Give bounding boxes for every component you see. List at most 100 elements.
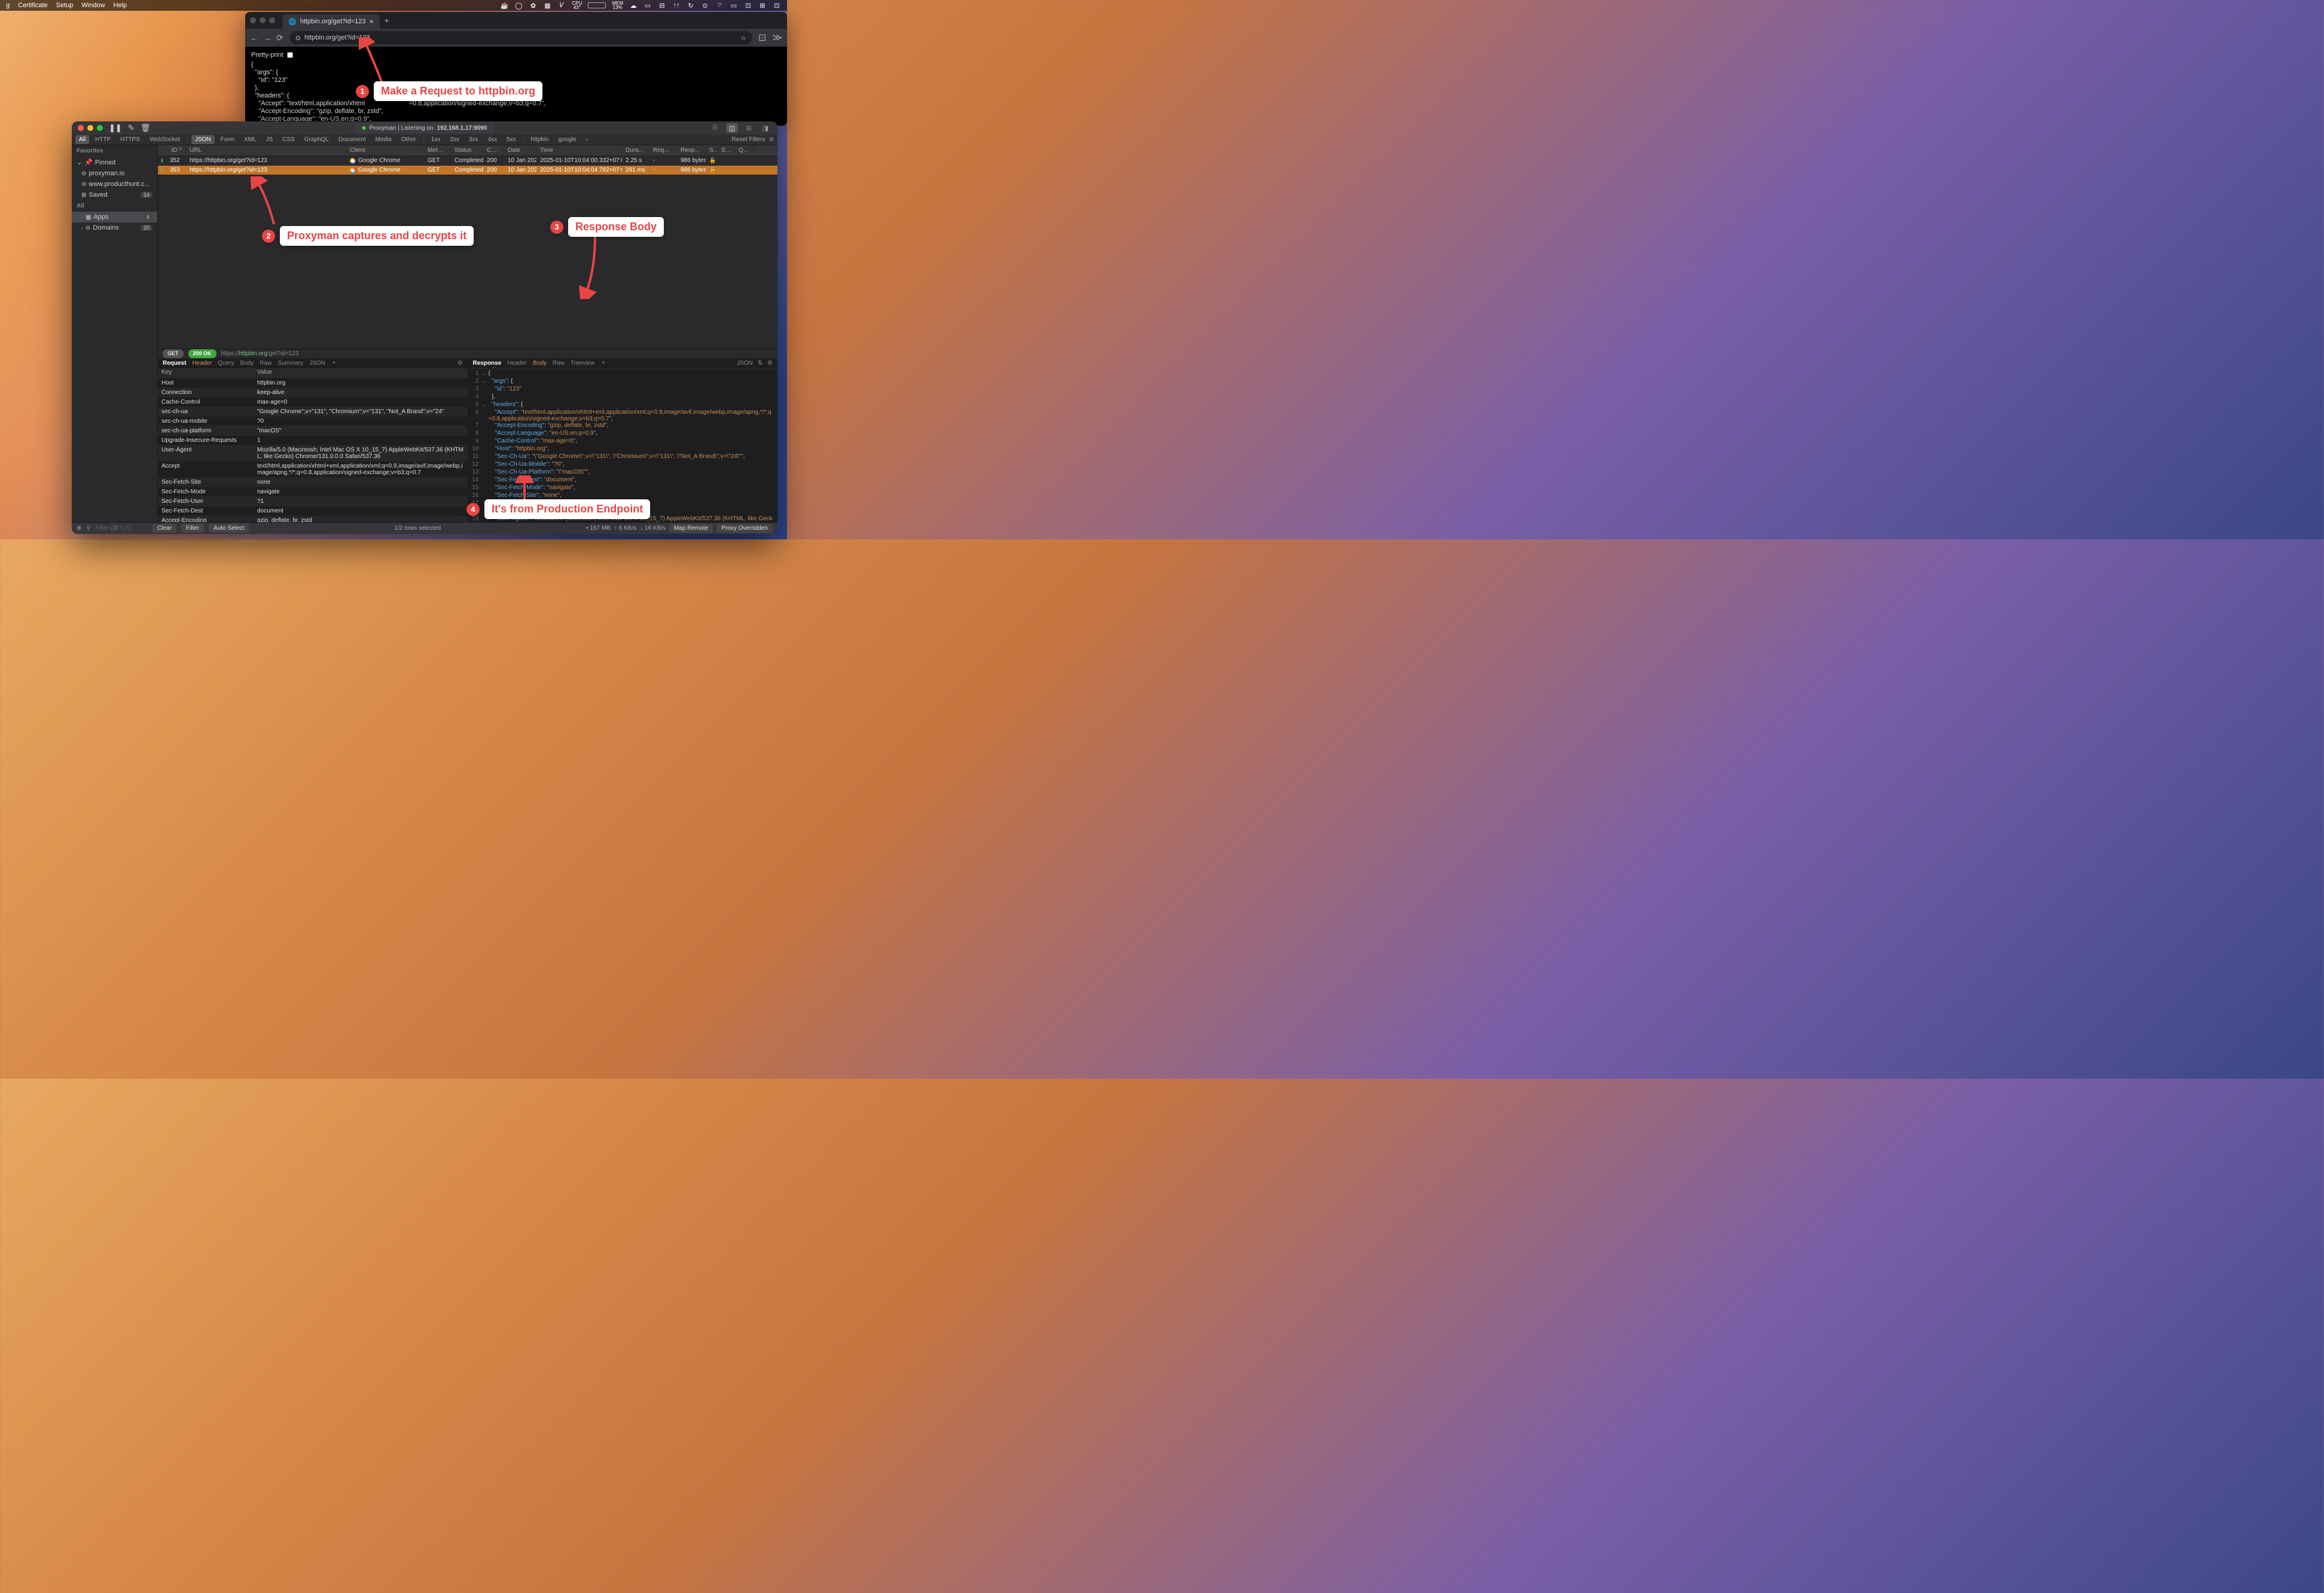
table-row[interactable]: 352 https://httpbin.org/get?id=123 Googl… bbox=[158, 156, 777, 166]
listening-pill[interactable]: Proxyman | Listening on 192.168.1.17:909… bbox=[355, 123, 494, 133]
refresh-icon[interactable]: ↻ bbox=[687, 1, 695, 10]
compose-icon[interactable]: ✎ bbox=[128, 123, 135, 133]
new-tab-button[interactable]: + bbox=[385, 16, 389, 25]
sidebar-saved[interactable]: ⊞Saved24 bbox=[72, 190, 157, 200]
filter-4xx[interactable]: 4xx bbox=[484, 135, 501, 144]
auto-select-button[interactable]: Auto Select bbox=[209, 524, 249, 533]
menu-window[interactable]: Window bbox=[81, 2, 105, 9]
tab-body[interactable]: Body bbox=[240, 360, 254, 367]
add-filter-icon[interactable]: ⊕ bbox=[77, 525, 81, 532]
filter-1xx[interactable]: 1xx bbox=[428, 135, 444, 144]
filter-graphql[interactable]: GraphQL bbox=[301, 135, 333, 144]
control-center-icon[interactable]: ⊞ bbox=[758, 1, 767, 10]
coffee-icon[interactable]: ☕ bbox=[500, 1, 508, 10]
site-info-icon[interactable]: ⊙ bbox=[295, 34, 301, 42]
cpu-stat[interactable]: CPU43° bbox=[572, 1, 582, 10]
tab-json[interactable]: JSON bbox=[309, 360, 325, 367]
header-row[interactable]: sec-ch-ua"Google Chrome";v="131", "Chrom… bbox=[158, 407, 468, 417]
layout-bottom-icon[interactable]: ⊟ bbox=[743, 123, 755, 133]
search-icon[interactable]: ⊡ bbox=[744, 1, 752, 10]
tab-resp-body[interactable]: Body bbox=[533, 360, 547, 367]
circle-icon[interactable]: ◯ bbox=[514, 1, 523, 10]
filter-document[interactable]: Document bbox=[335, 135, 370, 144]
filter-button[interactable]: Filter bbox=[181, 524, 204, 533]
header-row[interactable]: Upgrade-Insecure-Requests1 bbox=[158, 436, 468, 445]
sidebar-pinned[interactable]: ⌄📌Pinned bbox=[72, 157, 157, 168]
extensions-icon[interactable]: ⊡ bbox=[758, 32, 766, 44]
sidebar-pin-proxyman[interactable]: ⊖proxyman.io bbox=[72, 168, 157, 179]
filter-prev[interactable]: ‹ bbox=[582, 135, 591, 144]
filter-all[interactable]: All bbox=[75, 135, 89, 144]
filter-json[interactable]: JSON bbox=[191, 135, 215, 144]
header-row[interactable]: User-AgentMozilla/5.0 (Macintosh; Intel … bbox=[158, 445, 468, 462]
export-icon[interactable]: ⎘ bbox=[709, 123, 721, 133]
sidebar-apps[interactable]: ›▦Apps6 bbox=[72, 212, 157, 222]
filter-form[interactable]: Form bbox=[217, 135, 238, 144]
th-duration[interactable]: Duration bbox=[622, 147, 649, 154]
th-id[interactable]: ID ^ bbox=[166, 147, 186, 154]
filter-http[interactable]: HTTP bbox=[92, 135, 114, 144]
th-status[interactable]: Status bbox=[451, 147, 483, 154]
th-code[interactable]: Code bbox=[483, 147, 504, 154]
header-row[interactable]: Sec-Fetch-Modenavigate bbox=[158, 487, 468, 497]
reload-button[interactable]: ⟳ bbox=[276, 33, 283, 43]
calendar-icon[interactable]: ▭ bbox=[643, 1, 652, 10]
forward-button[interactable]: → bbox=[263, 33, 272, 43]
table-row[interactable]: 353 https://httpbin.org/get?id=123 Googl… bbox=[158, 166, 777, 175]
battery-icon[interactable]: ▭ bbox=[730, 1, 738, 10]
filter-css[interactable]: CSS bbox=[279, 135, 298, 144]
filter-websocket[interactable]: WebSocket bbox=[146, 135, 184, 144]
bar-icon[interactable]: ⊟ bbox=[658, 1, 666, 10]
back-button[interactable]: ← bbox=[250, 33, 258, 43]
header-row[interactable]: Accept-Encodinggzip, deflate, br, zstd bbox=[158, 516, 468, 523]
tab-resp-treeview[interactable]: Treeview bbox=[571, 360, 594, 367]
tab-query[interactable]: Query bbox=[218, 360, 234, 367]
filter-xml[interactable]: XML bbox=[240, 135, 260, 144]
pause-button[interactable]: ❚❚ bbox=[109, 123, 122, 133]
tab-resp-header[interactable]: Header bbox=[507, 360, 527, 367]
gear-icon[interactable]: ⚙ bbox=[767, 360, 773, 367]
bookmark-icon[interactable]: ☆ bbox=[740, 34, 746, 42]
header-row[interactable]: sec-ch-ua-platform"macOS" bbox=[158, 426, 468, 436]
header-row[interactable]: Hosthttpbin.org bbox=[158, 379, 468, 388]
chevrons-icon[interactable]: ⇅ bbox=[758, 360, 763, 367]
layout-right-icon[interactable]: ◨ bbox=[760, 123, 771, 133]
tab-header[interactable]: Header bbox=[192, 360, 212, 367]
th-url[interactable]: URL bbox=[186, 147, 346, 154]
user-icon[interactable]: ⊡ bbox=[773, 1, 781, 10]
th-edited[interactable]: Edited bbox=[718, 147, 735, 154]
filter-other[interactable]: Other bbox=[398, 135, 420, 144]
tab-summary[interactable]: Summary bbox=[277, 360, 303, 367]
th-date[interactable]: Date bbox=[504, 147, 536, 154]
cloud-icon[interactable]: ☁ bbox=[629, 1, 638, 10]
header-row[interactable]: sec-ch-ua-mobile?0 bbox=[158, 417, 468, 426]
clear-button[interactable]: Clear bbox=[153, 524, 176, 533]
bug-icon[interactable]: ✿ bbox=[529, 1, 537, 10]
add-tab-icon[interactable]: + bbox=[602, 360, 605, 367]
tab-raw[interactable]: Raw bbox=[260, 360, 272, 367]
filter-google[interactable]: google bbox=[555, 135, 580, 144]
menu-setup[interactable]: Setup bbox=[56, 2, 74, 9]
th-method[interactable]: Method bbox=[424, 147, 451, 154]
th-time[interactable]: Time bbox=[536, 147, 622, 154]
filter-3xx[interactable]: 3xx bbox=[465, 135, 482, 144]
filter-js[interactable]: JS bbox=[263, 135, 277, 144]
close-tab-icon[interactable]: × bbox=[370, 17, 374, 26]
tab-resp-raw[interactable]: Raw bbox=[553, 360, 565, 367]
chrome-tab[interactable]: 🌐 httpbin.org/get?id=123 × bbox=[282, 14, 380, 29]
wifi-icon[interactable]: ⌔ bbox=[715, 1, 724, 10]
json-format-label[interactable]: JSON bbox=[737, 360, 753, 367]
traffic-lights[interactable] bbox=[78, 125, 103, 131]
header-row[interactable]: Sec-Fetch-User?1 bbox=[158, 497, 468, 506]
mem-stat[interactable]: MEM13% bbox=[612, 1, 623, 10]
th-request[interactable]: Request bbox=[649, 147, 677, 154]
header-row[interactable]: Sec-Fetch-Sitenone bbox=[158, 478, 468, 487]
header-row[interactable]: Sec-Fetch-Destdocument bbox=[158, 506, 468, 516]
v-icon[interactable]: 𝑉 bbox=[557, 1, 566, 10]
more-icon[interactable]: ≫ bbox=[772, 32, 782, 44]
th-ssl[interactable]: SSL bbox=[706, 147, 718, 154]
filter-httpbin[interactable]: httpbin bbox=[527, 135, 553, 144]
pretty-print-toggle[interactable]: Pretty-print bbox=[248, 49, 785, 61]
th-client[interactable]: Client bbox=[346, 147, 424, 154]
gear-icon[interactable]: ⚙ bbox=[458, 360, 463, 367]
